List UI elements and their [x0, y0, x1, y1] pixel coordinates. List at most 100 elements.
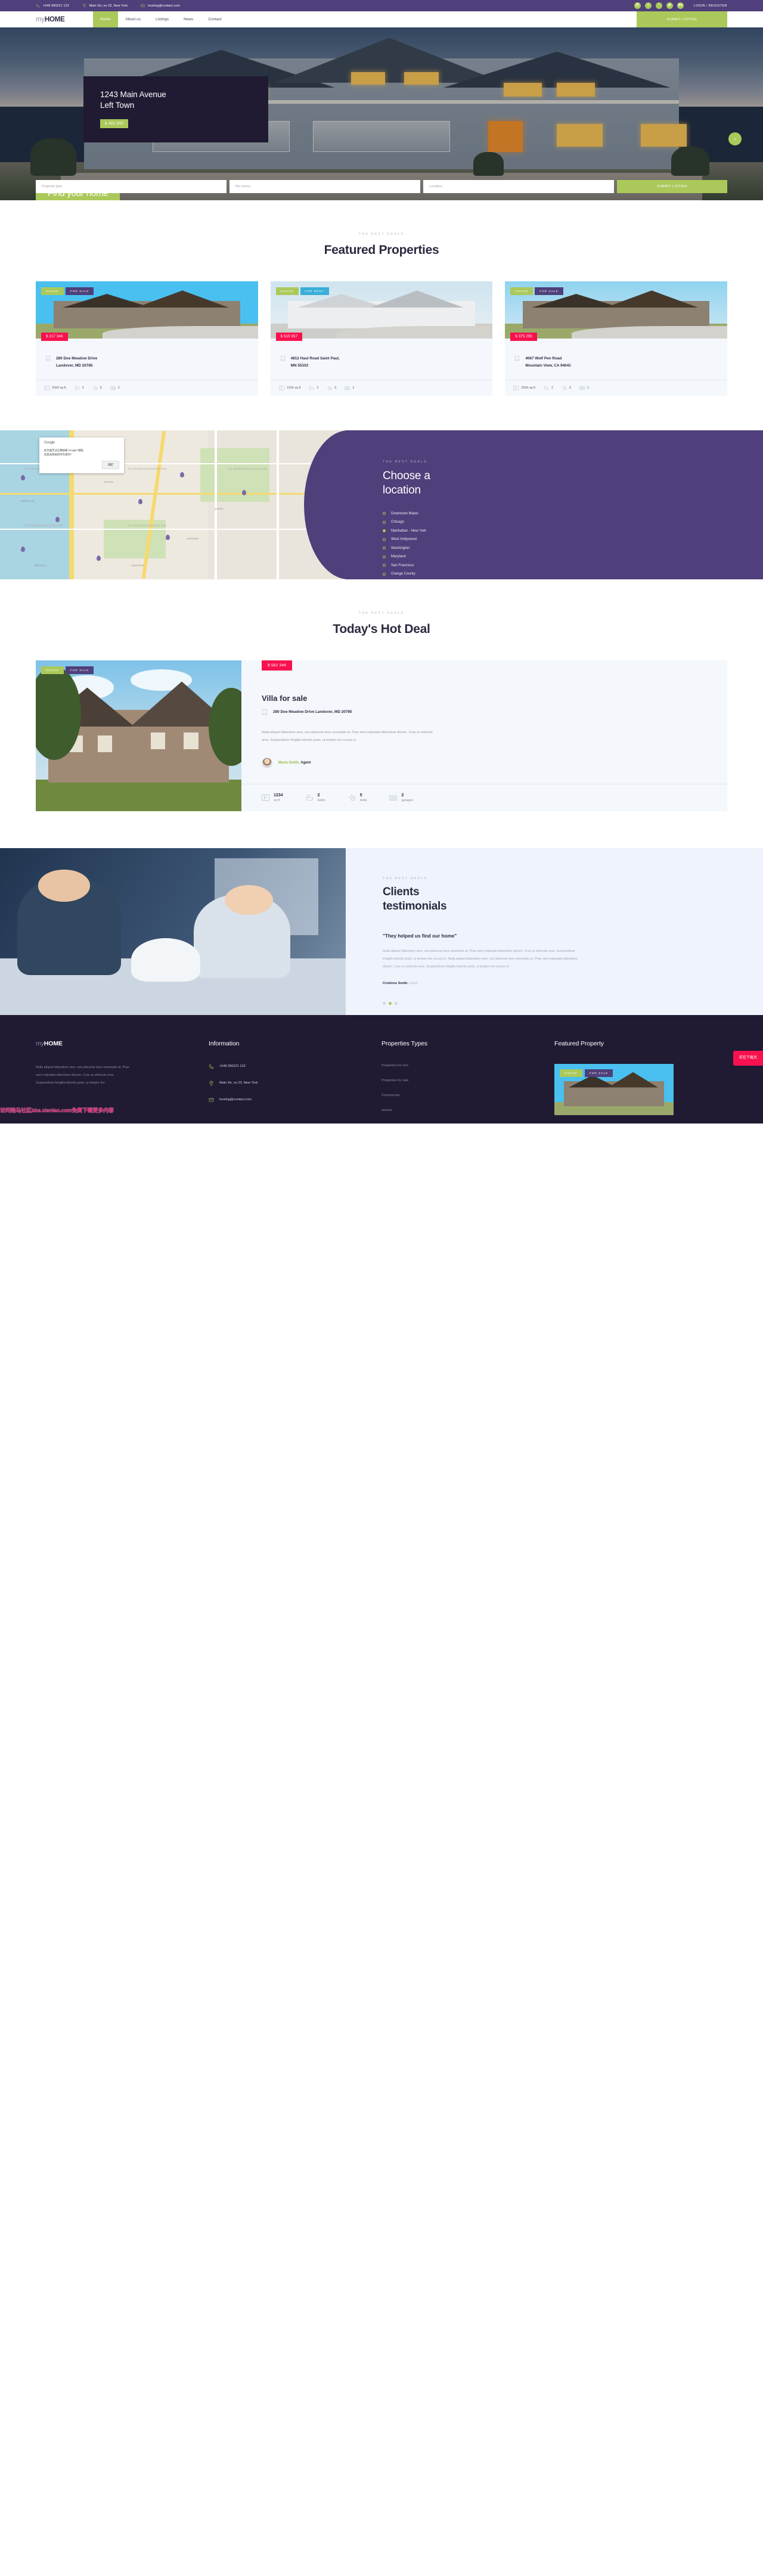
stat-beds-value: 5	[100, 386, 102, 390]
hot-deal-description: Nulla aliquet bibendum sem, non placerat…	[262, 730, 433, 743]
dribbble-icon[interactable]: ⊛	[666, 2, 673, 9]
testimonials-title-line1: Clients	[383, 885, 420, 898]
site-logo[interactable]: my HOME	[36, 11, 65, 27]
stat-sqft: 2500 sq ft	[44, 386, 66, 390]
hero-property-card[interactable]: 1243 Main Avenue Left Town $ 482 900	[83, 76, 268, 142]
google-logo: Google	[44, 440, 55, 445]
stat-beds: 5	[92, 386, 102, 390]
radio-icon	[383, 520, 386, 524]
location-item-manhattan-new-york[interactable]: Manhattan - New York	[383, 529, 763, 533]
stat-garages-value: 2	[352, 386, 355, 390]
footer-featured-property-column: Featured Property HOUSE FOR SALE	[554, 1040, 727, 1123]
location-item-downtown-miami[interactable]: Downtown Miami	[383, 512, 763, 516]
location-list: Downtown Miami Chicago Manhattan - New Y…	[383, 512, 763, 576]
hot-deal-price: $ 562 346	[262, 660, 293, 671]
badge-type: HOUSE	[275, 287, 299, 295]
stat-beds: 5	[562, 386, 571, 390]
map-canvas[interactable]: For development purposes only For develo…	[0, 430, 346, 579]
stat-value: 5	[359, 793, 362, 798]
footer-link-properties-for-rent[interactable]: Properties for rent	[382, 1064, 534, 1067]
hot-deal-card[interactable]: HOUSE FOR SALE $ 562 346 Villa for sale …	[36, 660, 727, 811]
mail-icon	[209, 1098, 214, 1102]
map-watermark: For development purposes only	[128, 467, 166, 471]
topbar-phone[interactable]: +546 990221 123	[36, 4, 69, 8]
location-item-chicago[interactable]: Chicago	[383, 520, 763, 524]
testimonials-eyebrow: THE BEST DEALS	[383, 876, 427, 880]
location-item-washington[interactable]: Washington	[383, 547, 763, 550]
testimonials-content: THE BEST DEALS Clients testimonials "The…	[346, 848, 763, 1015]
location-item-label: Maryland	[391, 555, 406, 559]
carousel-dot-1[interactable]	[383, 1002, 386, 1005]
stat-unit: sq ft	[274, 798, 280, 802]
badge-type: HOUSE	[560, 1069, 582, 1077]
nav-item-listings[interactable]: Listings	[148, 11, 176, 27]
property-card-badges: HOUSE FOR SALE	[510, 287, 563, 295]
pin-icon	[209, 1081, 213, 1086]
submit-listing-button[interactable]: SUBMIT LISTING	[637, 11, 727, 27]
location-item-maryland[interactable]: Maryland	[383, 555, 763, 558]
search-location-input[interactable]: Location	[423, 180, 614, 193]
property-card-badges: HOUSE FOR SALE	[41, 287, 94, 295]
facebook-icon[interactable]: f	[644, 2, 652, 9]
location-item-west-hollywood[interactable]: West Hollywood	[383, 538, 763, 541]
hot-deal-address-row: 280 Doe Meadow Drive Landover, MD 20785	[262, 709, 707, 716]
garage-icon	[345, 386, 351, 390]
stat-sqft: 1234 sq ft	[278, 386, 300, 390]
property-card[interactable]: HOUSE FOR RENT $ 515 957 4812 Haul Road …	[270, 281, 493, 396]
topbar-address[interactable]: Main Str, no 23, New York	[82, 4, 128, 8]
property-card[interactable]: HOUSE FOR SALE $ 375 255 4067 Wolf Pen R…	[505, 281, 728, 396]
location-item-orange-county[interactable]: Orange County	[383, 572, 763, 576]
hero-next-arrow-button[interactable]: ›	[728, 132, 742, 145]
location-eyebrow: THE BEST DEALS	[383, 460, 427, 464]
footer-link-homes[interactable]: Homes	[382, 1109, 534, 1112]
location-title-line1: Choose a	[383, 469, 430, 482]
gmaps-error-subtext: 您是此网站的所有者吗？	[44, 453, 73, 457]
google-maps-error-dialog[interactable]: Google 此页面无法正确加载 Google 地图。 您是此网站的所有者吗？ …	[39, 437, 124, 473]
footer-featured-image[interactable]: HOUSE FOR SALE	[554, 1063, 674, 1115]
gmaps-ok-button[interactable]: 确定	[102, 460, 119, 469]
property-card[interactable]: HOUSE FOR SALE $ 217 346 280 Doe Meadow …	[36, 281, 258, 396]
nav-item-home[interactable]: Home	[92, 11, 118, 27]
hot-deal-address: 280 Doe Meadow Drive Landover, MD 20785	[273, 710, 352, 715]
footer-link-commercial[interactable]: Commercial	[382, 1094, 534, 1097]
hero-title-line2: Left Town	[100, 101, 135, 110]
nav-item-about-us[interactable]: About us	[118, 11, 148, 27]
download-floating-button[interactable]: 前往下载页	[733, 1050, 763, 1066]
location-item-san-francisco[interactable]: San Francisco	[383, 564, 763, 567]
twitter-icon[interactable]: ᵗ	[655, 2, 662, 9]
radio-icon	[383, 564, 386, 567]
address-line-2: MN 55102	[290, 364, 309, 368]
map-watermark: For development purposes only	[24, 524, 63, 527]
radio-icon	[383, 555, 386, 558]
footer-link-properties-for-sale[interactable]: Properties for sale	[382, 1079, 534, 1082]
topbar-email[interactable]: hosting@contact.com	[141, 4, 180, 8]
stat-garages: 2	[110, 386, 120, 390]
footer-address[interactable]: Main Str, no 23, New York	[209, 1081, 361, 1086]
footer-phone[interactable]: +546 990221 123	[209, 1064, 361, 1069]
login-register-link[interactable]: LOGIN / REGISTER	[694, 4, 727, 8]
footer-email[interactable]: hosting@contact.com	[209, 1097, 361, 1103]
pinterest-icon[interactable]: Ⓟ	[634, 2, 641, 9]
radio-icon	[383, 572, 386, 576]
carousel-dot-3[interactable]	[395, 1002, 398, 1005]
behance-icon[interactable]: Bē	[677, 2, 684, 9]
footer-featured-badges: HOUSE FOR SALE	[560, 1069, 613, 1077]
location-item-label: San Francisco	[391, 563, 414, 567]
hero-title-line1: 1243 Main Avenue	[100, 90, 166, 99]
phone-icon	[36, 4, 40, 8]
stat-baths: 2	[75, 386, 84, 390]
location-item-label: West Hollywood	[391, 538, 417, 542]
badge-status: FOR SALE	[535, 287, 563, 295]
search-submit-button[interactable]: SUBMIT LISTING	[617, 180, 727, 193]
search-rooms-input[interactable]: No rooms	[229, 180, 420, 193]
badge-status: FOR SALE	[584, 1069, 613, 1077]
nav-item-news[interactable]: News	[176, 11, 201, 27]
topbar-phone-text: +546 990221 123	[43, 4, 69, 8]
carousel-dot-2-active[interactable]	[389, 1002, 392, 1005]
location-item-label: Chicago	[391, 520, 405, 524]
nav-item-contact[interactable]: Contact	[201, 11, 229, 27]
agent-role: Agent	[300, 761, 311, 765]
hot-deal-agent[interactable]: Maria Smith, Agent	[262, 758, 707, 784]
search-property-type-input[interactable]: Property type	[36, 180, 227, 193]
footer-types-title: Properties Types	[382, 1039, 427, 1047]
